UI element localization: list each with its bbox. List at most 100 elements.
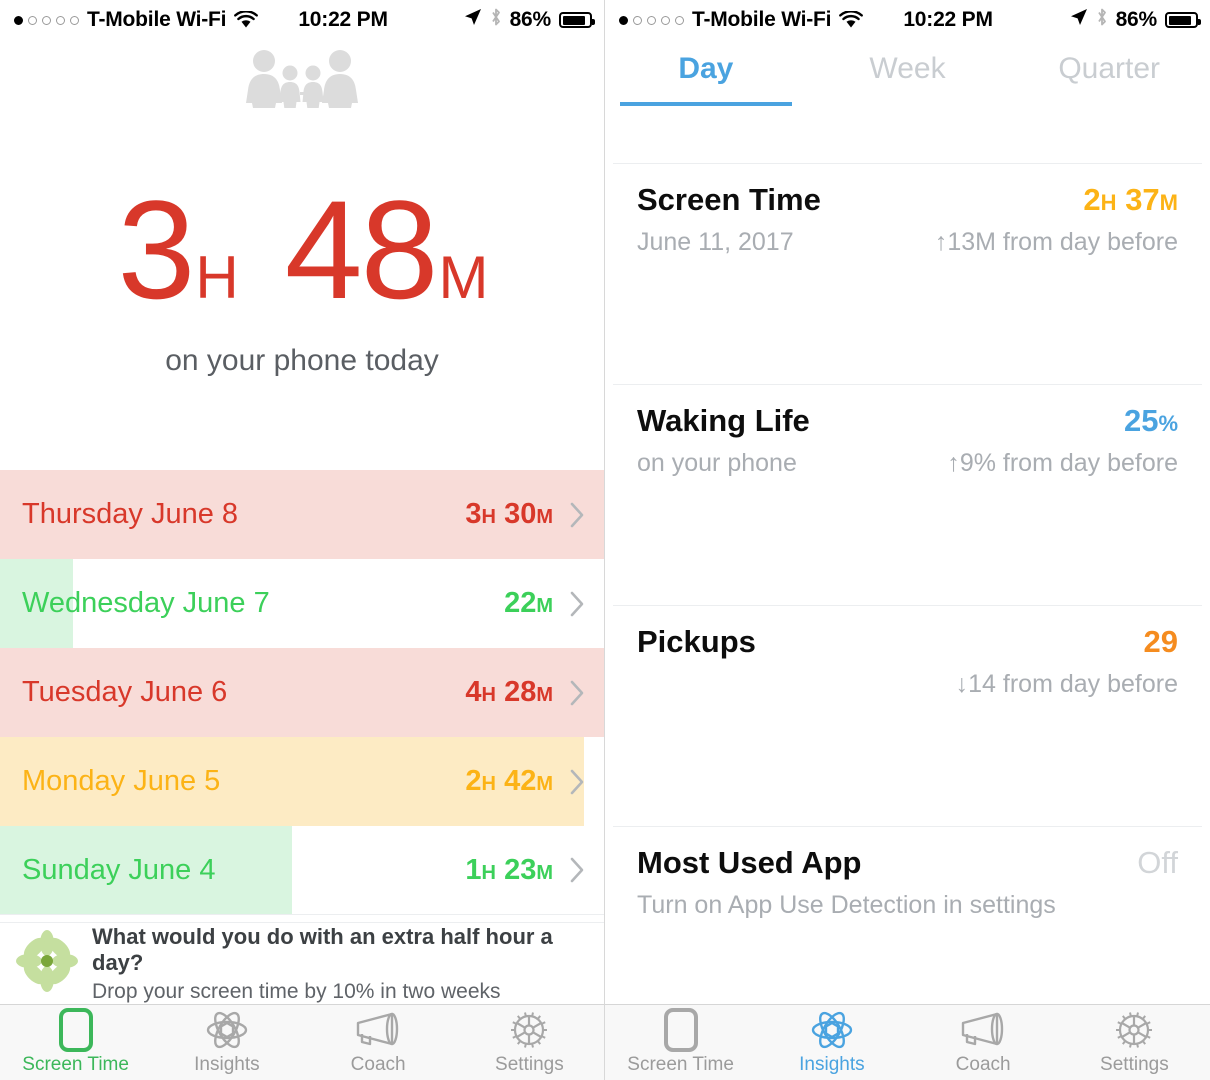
location-arrow-icon <box>1070 8 1088 32</box>
card-value-unit1: % <box>1158 410 1178 436</box>
atom-icon <box>205 1009 249 1051</box>
day-value-hours: 2 <box>465 765 482 797</box>
day-history-list: Thursday June 8 3H 30M Wednesday June 7 22M… <box>0 470 604 915</box>
insight-card[interactable]: Screen Time 2H 37M June 11, 2017 ↑13M from … <box>605 164 1210 274</box>
tab-screen-time[interactable]: Screen Time <box>0 1005 151 1080</box>
day-value-hours-unit: H <box>481 684 496 706</box>
card-value-main: 2 <box>1083 181 1101 217</box>
tab-settings[interactable]: Settings <box>1059 1005 1210 1080</box>
tab-insights[interactable]: Insights <box>756 1005 907 1080</box>
tab-screen-time[interactable]: Screen Time <box>605 1005 756 1080</box>
tab-label: Coach <box>955 1054 1011 1075</box>
day-label: Sunday June 4 <box>22 853 216 886</box>
tab-insights[interactable]: Insights <box>151 1005 302 1080</box>
clock-label: 10:22 PM <box>903 8 993 31</box>
day-label: Wednesday June 7 <box>22 587 270 619</box>
tab-label: Settings <box>1100 1054 1169 1075</box>
day-row[interactable]: Thursday June 8 3H 30M <box>0 470 604 559</box>
bluetooth-icon <box>1096 7 1108 33</box>
segment-day[interactable]: Day <box>605 52 807 106</box>
atom-icon <box>810 1009 854 1051</box>
tab-label: Insights <box>799 1054 865 1075</box>
day-value-hours: 4 <box>465 676 482 708</box>
chevron-right-icon <box>569 500 587 530</box>
day-label: Monday June 5 <box>22 765 221 797</box>
chevron-right-icon <box>569 678 587 708</box>
card-value: 29 <box>1144 624 1178 660</box>
day-row[interactable]: Monday June 5 2H 42M <box>0 737 604 826</box>
card-value-main: 29 <box>1143 623 1178 659</box>
insight-card[interactable]: Most Used App Off Turn on App Use Detectio… <box>605 827 1210 937</box>
card-delta: ↓14 from day before <box>955 669 1178 698</box>
day-row[interactable]: Tuesday June 6 4H 28M <box>0 648 604 737</box>
battery-percent-label: 86% <box>1115 8 1158 31</box>
chevron-right-icon <box>569 589 587 619</box>
card-value-unit1: H <box>1100 189 1117 215</box>
day-row[interactable]: Wednesday June 7 22M <box>0 559 604 648</box>
status-bar-right: T-Mobile Wi-Fi 10:22 PM 86% <box>605 0 1210 40</box>
card-delta: ↑13M from day before <box>934 227 1178 256</box>
wifi-icon <box>839 11 864 29</box>
carrier-label: T-Mobile Wi-Fi <box>692 8 832 31</box>
card-spacer <box>605 274 1210 384</box>
day-value: 2H 42M <box>465 765 553 798</box>
day-value-minutes-unit: M <box>536 773 553 795</box>
insight-card-list: Screen Time 2H 37M June 11, 2017 ↑13M from … <box>605 163 1210 937</box>
hero-screen-time: 3H 48 M on your phone today <box>0 118 604 378</box>
card-spacer <box>605 716 1210 826</box>
day-value-hours: 3 <box>465 498 482 530</box>
gear-icon <box>1112 1009 1156 1051</box>
insight-card[interactable]: Pickups 29 ↓14 from day before <box>605 606 1210 716</box>
segment-quarter[interactable]: Quarter <box>1008 52 1210 106</box>
dual-screenshot: T-Mobile Wi-Fi 10:22 PM 86% 3 H 48 M on … <box>0 0 1210 1080</box>
card-title: Pickups <box>637 623 756 659</box>
day-value: 4H 28M <box>465 676 553 709</box>
insight-card[interactable]: Waking Life 25% on your phone ↑9% from day … <box>605 385 1210 495</box>
coach-promo-banner[interactable]: What would you do with an extra half hou… <box>0 922 604 1004</box>
phone-icon <box>663 1008 699 1052</box>
tab-coach[interactable]: Coach <box>303 1005 454 1080</box>
period-segmented-control: Day Week Quarter <box>605 40 1210 130</box>
status-bar-left: T-Mobile Wi-Fi 10:22 PM 86% <box>0 0 604 40</box>
megaphone-icon <box>959 1009 1007 1051</box>
signal-strength-dots <box>619 15 684 25</box>
battery-icon <box>1165 12 1201 28</box>
tab-coach[interactable]: Coach <box>908 1005 1059 1080</box>
day-value-minutes: 23 <box>504 853 537 886</box>
day-value-hours-unit: H <box>481 773 496 795</box>
flower-icon <box>16 930 78 997</box>
day-value-minutes-unit: M <box>536 506 553 528</box>
gear-icon <box>507 1009 551 1051</box>
segment-week[interactable]: Week <box>807 52 1009 106</box>
card-delta: ↑9% from day before <box>947 448 1178 477</box>
family-icon <box>0 40 604 118</box>
card-title: Waking Life <box>637 402 810 438</box>
card-subtitle: June 11, 2017 <box>637 227 794 256</box>
card-subtitle: on your phone <box>637 448 797 477</box>
chevron-right-icon <box>569 855 587 885</box>
tab-label: Screen Time <box>22 1054 129 1075</box>
phone-icon <box>58 1008 94 1052</box>
hero-minutes: 48 <box>284 171 439 328</box>
location-arrow-icon <box>464 8 482 32</box>
bluetooth-icon <box>490 7 502 33</box>
wifi-icon <box>234 11 259 29</box>
card-value-main: 25 <box>1123 402 1159 438</box>
card-value: Off <box>1137 845 1178 881</box>
carrier-label: T-Mobile Wi-Fi <box>87 8 227 31</box>
promo-title: What would you do with an extra half hou… <box>92 923 553 975</box>
battery-icon <box>559 12 595 28</box>
tab-settings[interactable]: Settings <box>454 1005 604 1080</box>
hero-subtitle: on your phone today <box>165 344 439 377</box>
day-value-minutes: 30 <box>504 498 537 530</box>
chevron-right-icon <box>569 767 587 797</box>
hero-minutes-unit: M <box>438 244 488 311</box>
card-value-main2: 37 <box>1125 181 1160 217</box>
signal-strength-dots <box>14 15 79 25</box>
day-value: 22M <box>504 587 553 620</box>
day-value-minutes-unit: M <box>536 861 553 884</box>
day-row[interactable]: Sunday June 4 1H 23M <box>0 826 604 915</box>
card-value-main: Off <box>1137 844 1178 880</box>
card-value-unit2: M <box>1159 189 1178 215</box>
day-value-minutes-unit: M <box>536 684 553 706</box>
